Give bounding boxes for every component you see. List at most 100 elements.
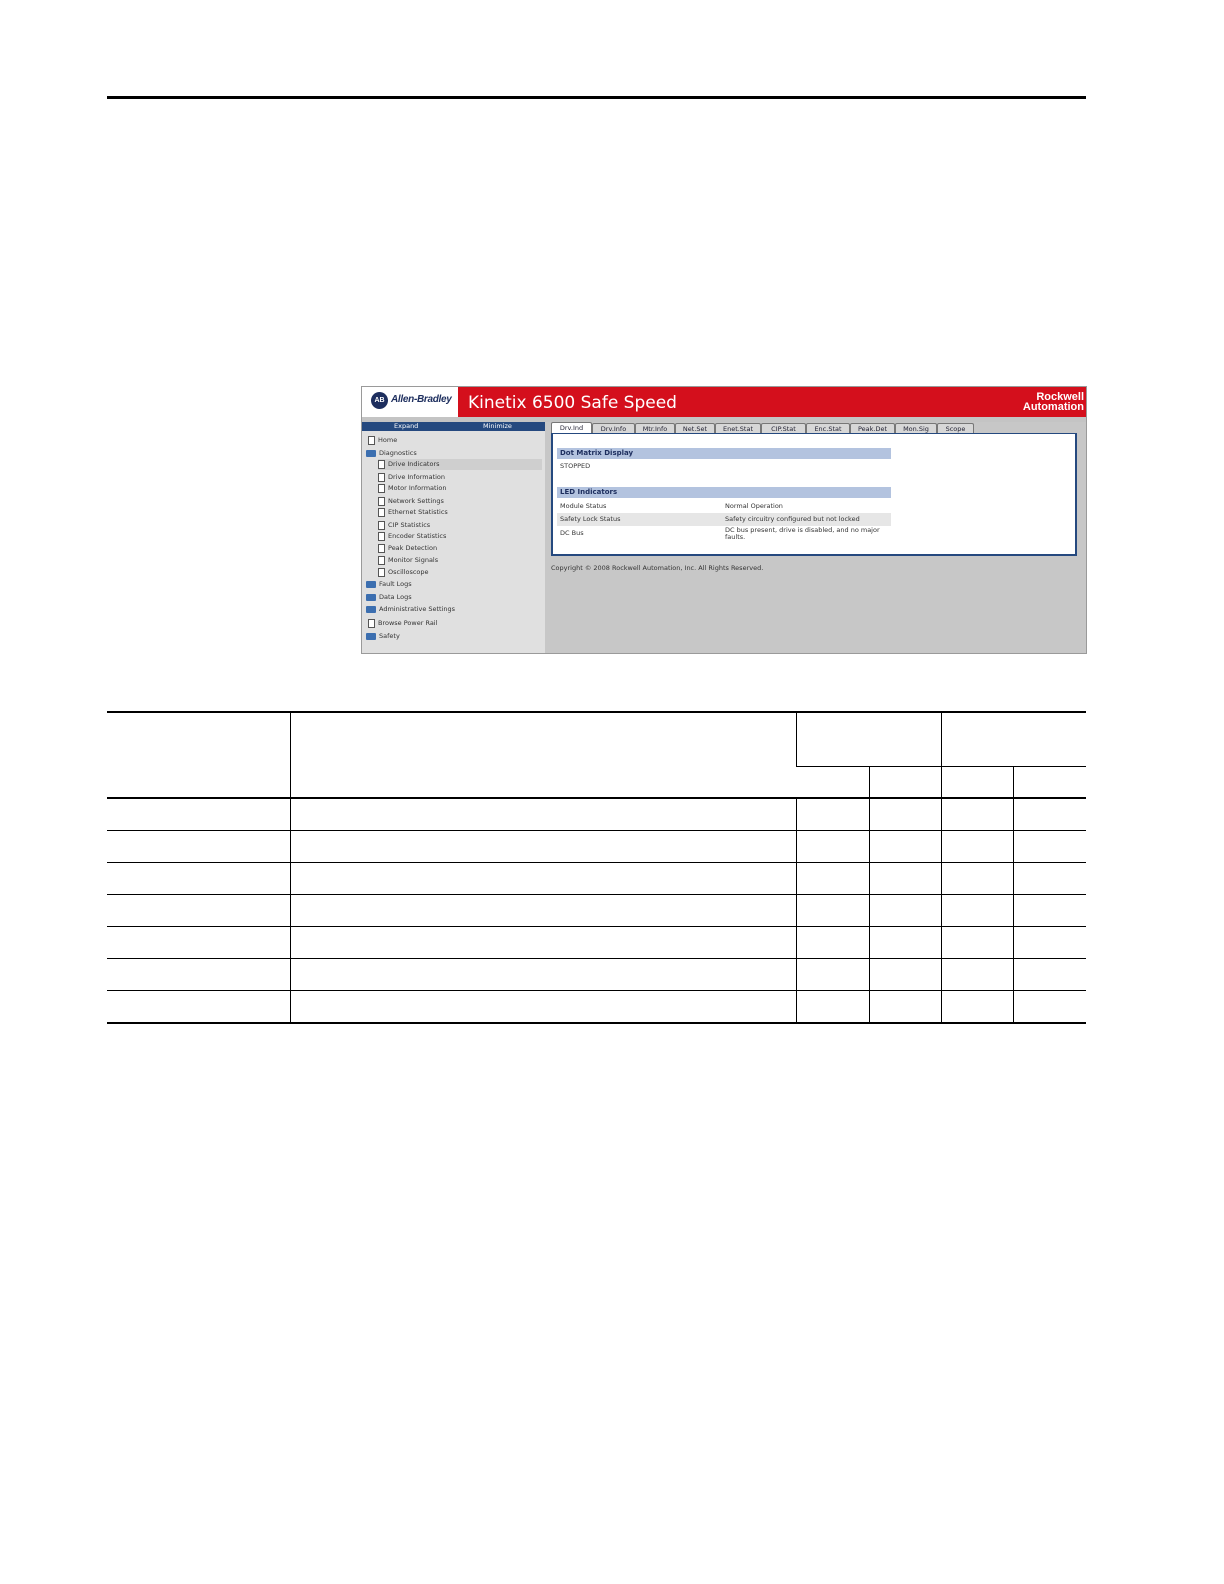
sidebar-item-cip-statistics[interactable]: CIP Statistics <box>378 520 430 531</box>
ab-brand-text: Allen-Bradley <box>391 394 452 405</box>
web-ui-screenshot: AB Allen-Bradley Kinetix 6500 Safe Speed… <box>361 386 1087 654</box>
sidebar-item-drive-information[interactable]: Drive Information <box>378 472 445 483</box>
table-row <box>107 958 1086 991</box>
subheader-cell <box>1012 766 1086 798</box>
sidebar-item-safety[interactable]: Safety <box>366 631 400 642</box>
dot-matrix-value: STOPPED <box>560 462 591 470</box>
sidebar-item-label: Browse Power Rail <box>378 619 438 627</box>
header-cell <box>107 711 290 798</box>
tab-scope[interactable]: Scope <box>937 423 974 433</box>
table-header-row <box>107 711 1086 798</box>
document-icon <box>378 520 385 530</box>
sidebar-item-label: Diagnostics <box>379 449 417 457</box>
sidebar-item-ethernet-statistics[interactable]: Ethernet Statistics <box>378 507 448 518</box>
expand-button[interactable]: Expand <box>394 422 418 431</box>
dc-bus-label: DC Bus <box>560 529 584 537</box>
sidebar-item-browse-power-rail[interactable]: Browse Power Rail <box>368 618 437 629</box>
sidebar-item-encoder-statistics[interactable]: Encoder Statistics <box>378 531 446 542</box>
sidebar-item-label: Network Settings <box>388 497 444 505</box>
document-icon <box>378 496 385 506</box>
sidebar-item-label: Peak Detection <box>388 544 438 552</box>
dc-bus-value: DC bus present, drive is disabled, and n… <box>725 526 880 541</box>
header-group-cell <box>940 711 1086 767</box>
sidebar-item-label: Monitor Signals <box>388 556 439 564</box>
module-status-label: Module Status <box>560 502 607 510</box>
blank-table <box>107 711 1086 1024</box>
main-content: Drv.Ind Drv.Info Mtr.Info Net.Set Enet.Stat C… <box>545 422 1086 653</box>
document-icon <box>368 618 375 628</box>
minimize-button[interactable]: Minimize <box>483 422 512 431</box>
sidebar-item-oscilloscope[interactable]: Oscilloscope <box>378 567 429 578</box>
sidebar-item-label: Oscilloscope <box>388 568 429 576</box>
sidebar-item-label: CIP Statistics <box>388 521 431 529</box>
sidebar-item-label: Drive Indicators <box>388 460 440 468</box>
drive-indicators-panel: Dot Matrix Display STOPPED LED Indicator… <box>551 433 1077 556</box>
tab-enc-stat[interactable]: Enc.Stat <box>806 423 850 433</box>
dot-matrix-heading: Dot Matrix Display <box>557 448 891 459</box>
sidebar: Expand Minimize Home Diagnostics Drive Ind… <box>362 422 545 653</box>
top-rule <box>107 96 1086 99</box>
tab-peak-det[interactable]: Peak.Det <box>850 423 895 433</box>
led-indicators-heading: LED Indicators <box>557 487 891 498</box>
sidebar-item-data-logs[interactable]: Data Logs <box>366 592 412 603</box>
tab-net-set[interactable]: Net.Set <box>675 423 715 433</box>
sidebar-item-drive-indicators[interactable]: Drive Indicators <box>378 459 542 470</box>
header-group-cell <box>795 711 941 767</box>
copyright-text: Copyright © 2008 Rockwell Automation, In… <box>551 564 764 572</box>
document-icon <box>378 531 385 541</box>
header-cell <box>289 711 796 798</box>
table-row <box>107 862 1086 895</box>
document-icon <box>378 507 385 517</box>
tab-enet-stat[interactable]: Enet.Stat <box>715 423 761 433</box>
sidebar-item-home[interactable]: Home <box>368 435 397 446</box>
rockwell-logo: Rockwell Automation <box>1022 392 1084 413</box>
safety-lock-value: Safety circuitry configured but not lock… <box>725 515 860 523</box>
sidebar-item-network-settings[interactable]: Network Settings <box>378 496 444 507</box>
sidebar-item-label: Encoder Statistics <box>388 532 447 540</box>
sidebar-toolbar: Expand Minimize <box>362 422 545 431</box>
document-icon <box>378 567 385 577</box>
tab-mtr-info[interactable]: Mtr.Info <box>635 423 675 433</box>
folder-icon <box>366 605 376 613</box>
document-icon <box>378 543 385 553</box>
product-title: Kinetix 6500 Safe Speed <box>468 393 677 413</box>
tab-mon-sig[interactable]: Mon.Sig <box>895 423 937 433</box>
sidebar-item-label: Data Logs <box>379 593 412 601</box>
table-row <box>107 797 1086 831</box>
safety-lock-label: Safety Lock Status <box>560 515 621 523</box>
sidebar-item-peak-detection[interactable]: Peak Detection <box>378 543 437 554</box>
subheader-cell <box>868 766 941 798</box>
ab-emblem-icon: AB <box>371 392 388 409</box>
document-icon <box>368 435 375 445</box>
sidebar-item-label: Fault Logs <box>379 580 412 588</box>
tab-cip-stat[interactable]: CIP.Stat <box>761 423 806 433</box>
table-row <box>107 830 1086 863</box>
folder-open-icon <box>366 449 376 457</box>
table-row <box>107 926 1086 959</box>
folder-icon <box>366 593 376 601</box>
document-icon <box>378 459 385 469</box>
sidebar-item-fault-logs[interactable]: Fault Logs <box>366 579 412 590</box>
allen-bradley-logo: AB Allen-Bradley <box>362 387 458 417</box>
sidebar-item-label: Motor Information <box>388 484 447 492</box>
header-banner: AB Allen-Bradley Kinetix 6500 Safe Speed… <box>362 387 1086 417</box>
table-row <box>107 990 1086 1024</box>
rockwell-line2: Automation <box>1022 401 1084 413</box>
sidebar-item-label: Drive Information <box>388 473 446 481</box>
module-status-value: Normal Operation <box>725 502 783 510</box>
sidebar-item-label: Ethernet Statistics <box>388 508 448 516</box>
folder-icon <box>366 632 376 640</box>
tab-drv-ind[interactable]: Drv.Ind <box>551 422 592 433</box>
sidebar-item-monitor-signals[interactable]: Monitor Signals <box>378 555 438 566</box>
table-row <box>107 894 1086 927</box>
sidebar-item-label: Safety <box>379 632 400 640</box>
document-icon <box>378 483 385 493</box>
sidebar-item-administrative-settings[interactable]: Administrative Settings <box>366 604 455 615</box>
subheader-cell <box>940 766 1013 798</box>
sidebar-item-motor-information[interactable]: Motor Information <box>378 483 446 494</box>
subheader-cell <box>796 766 869 798</box>
sidebar-item-label: Administrative Settings <box>379 605 456 613</box>
tab-drv-info[interactable]: Drv.Info <box>592 423 635 433</box>
folder-icon <box>366 580 376 588</box>
sidebar-item-diagnostics[interactable]: Diagnostics <box>366 448 417 459</box>
